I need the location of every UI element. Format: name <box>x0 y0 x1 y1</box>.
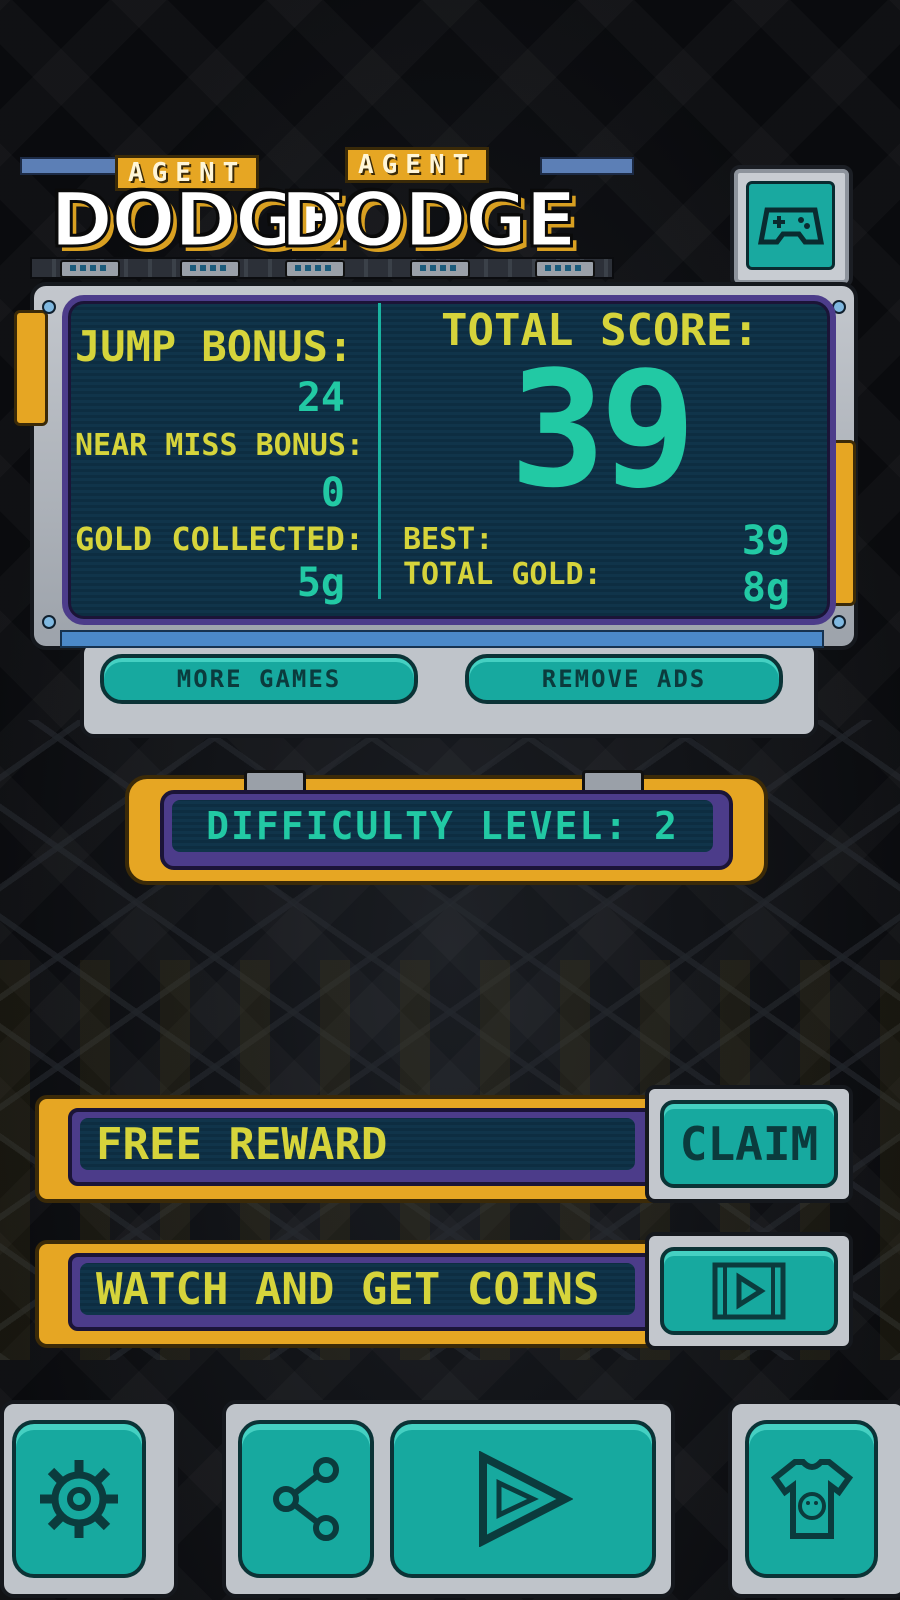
gear-icon <box>40 1460 118 1538</box>
logo-wing-right <box>540 157 634 175</box>
shirt-icon <box>770 1459 853 1539</box>
gold-collected-value: 5g <box>296 560 345 606</box>
watch-video-button[interactable] <box>660 1247 838 1335</box>
total-score-value: 39 <box>509 336 697 523</box>
settings-button[interactable] <box>12 1420 146 1578</box>
panel-blue-strip <box>60 630 824 648</box>
best-label: BEST: <box>403 522 494 557</box>
jump-bonus-value: 24 <box>296 375 345 421</box>
total-gold-label: TOTAL GOLD: <box>403 557 602 592</box>
total-gold-value: 8g <box>741 565 790 611</box>
difficulty-level-label: DIFFICULTY LEVEL: 2 <box>172 800 713 852</box>
watch-coins-label: WATCH AND GET COINS <box>80 1263 635 1315</box>
gold-collected-label: GOLD COLLECTED: <box>75 520 364 558</box>
screw <box>832 615 846 629</box>
logo-chip <box>180 260 240 278</box>
logo-title-right: DODGE <box>278 175 578 264</box>
claim-button[interactable]: CLAIM <box>660 1100 838 1188</box>
logo-chip <box>285 260 345 278</box>
video-play-icon <box>712 1262 786 1320</box>
screw <box>42 300 56 314</box>
logo-chip <box>535 260 595 278</box>
logo-chip <box>60 260 120 278</box>
jump-bonus-label: JUMP BONUS: <box>75 322 354 371</box>
score-divider <box>378 303 381 599</box>
gamepad-icon <box>746 181 835 270</box>
more-games-gamepad-button[interactable] <box>730 165 853 288</box>
shop-button[interactable] <box>745 1420 878 1578</box>
game-logo: AGENT AGENT DODGE DODGE <box>20 145 640 285</box>
play-icon <box>479 1451 573 1547</box>
best-value: 39 <box>741 518 790 564</box>
near-miss-bonus-label: NEAR MISS BONUS: <box>75 428 364 463</box>
share-icon <box>273 1457 339 1541</box>
share-button[interactable] <box>238 1420 374 1578</box>
remove-ads-button[interactable]: REMOVE ADS <box>465 654 783 704</box>
screw <box>42 615 56 629</box>
play-button[interactable] <box>390 1420 656 1578</box>
more-games-button[interactable]: MORE GAMES <box>100 654 418 704</box>
logo-chip <box>410 260 470 278</box>
free-reward-label: FREE REWARD <box>80 1118 635 1170</box>
near-miss-bonus-value: 0 <box>320 470 345 516</box>
panel-side-bracket <box>14 310 48 426</box>
